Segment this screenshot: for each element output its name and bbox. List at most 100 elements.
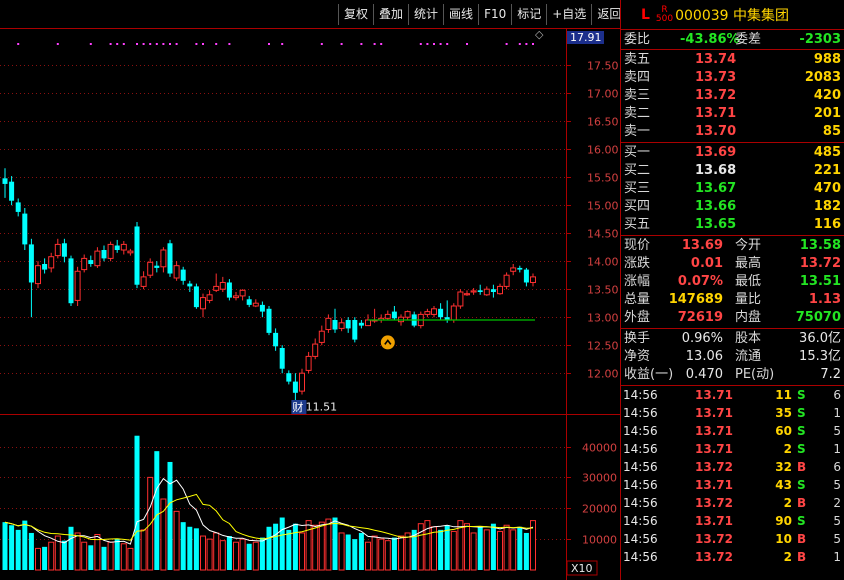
sell-price: 13.72 [695, 88, 737, 103]
volume-bar-down [154, 451, 160, 570]
volume-bar-up [120, 543, 127, 571]
volume-bar-down [187, 526, 193, 570]
event-dot [89, 43, 92, 45]
candle-body-down [28, 244, 34, 283]
stat-value: 13.58 [799, 238, 841, 253]
toolbar-button-5[interactable]: 标记 [511, 4, 546, 25]
volume-bar-down [61, 540, 67, 570]
sell-label: 卖二 [624, 106, 651, 121]
diamond-icon: ◇ [535, 28, 544, 41]
stat-value: 13.51 [799, 274, 841, 289]
tick-count: 1 [833, 550, 841, 564]
event-dot [175, 43, 178, 45]
volume-axis-label: 40000 [582, 442, 617, 455]
candle-body-up [325, 317, 332, 331]
kline-chart-area[interactable]: 17.50 17.00 16.50 16.00 15.50 15.00 14.50 14.00… [0, 0, 620, 580]
event-dot [268, 43, 270, 45]
volume-bar-down [134, 435, 140, 570]
tick-row: 14:56 13.72 2 B 2 [621, 494, 844, 512]
candle-body-up [305, 355, 312, 371]
buy-row[interactable]: 买二 13.68 221 [621, 162, 844, 180]
sell-row[interactable]: 卖四 13.73 2083 [621, 69, 844, 87]
candle-body-up [424, 311, 431, 315]
stock-code-name[interactable]: 000039 中集集团 [675, 5, 789, 25]
buy-label: 买五 [624, 217, 651, 232]
candle-body-up [338, 322, 345, 329]
tick-volume: 2 [783, 442, 792, 456]
volume-bar-up [35, 547, 41, 571]
stat-label: 最低 [735, 274, 762, 289]
weibi-value: -43.86% [680, 32, 740, 47]
event-dot [320, 43, 323, 45]
sell-volume: 201 [813, 106, 841, 121]
price-axis-label: 12.50 [587, 340, 619, 353]
kline-chart[interactable]: 17.50 17.00 16.50 16.00 15.50 15.00 14.50 14.00… [0, 0, 620, 580]
tick-price: 13.71 [695, 442, 733, 456]
sell-row[interactable]: 卖一 13.70 85 [621, 123, 844, 141]
price-axis-label: 12.00 [587, 368, 619, 381]
volume-bar-up [431, 526, 437, 571]
tick-volume: 11 [775, 388, 792, 402]
sell-row[interactable]: 卖二 13.71 201 [621, 105, 844, 123]
event-dot [56, 43, 59, 45]
tick-time: 14:56 [623, 514, 658, 528]
candle-body-down [273, 332, 279, 347]
sell-label: 卖三 [624, 88, 651, 103]
buy-row[interactable]: 买四 13.66 182 [621, 198, 844, 216]
tick-row: 14:56 13.71 60 S 5 [621, 422, 844, 440]
tick-side: B [797, 460, 807, 474]
sell-row[interactable]: 卖三 13.72 420 [621, 87, 844, 105]
candle-body-down [292, 381, 298, 393]
fundamental-label: 净资 [624, 349, 651, 364]
tick-side: S [797, 442, 806, 456]
weibi-row: 委比 -43.86% 委差 -2303 [621, 30, 844, 50]
buy-row[interactable]: 买一 13.69 485 [621, 144, 844, 162]
volume-bar-up [318, 521, 325, 571]
buy-row[interactable]: 买三 13.67 470 [621, 180, 844, 198]
sell-price: 13.70 [695, 124, 737, 139]
buy-label: 买三 [624, 181, 651, 196]
sell-row[interactable]: 卖五 13.74 988 [621, 51, 844, 69]
sell-label: 卖一 [624, 124, 651, 139]
fundamental-label: 换手 [624, 331, 651, 346]
volume-bar-up [299, 532, 305, 571]
tick-side: S [797, 424, 806, 438]
toolbar-button-4[interactable]: F10 [478, 4, 511, 25]
fundamental-value: 0.96% [681, 331, 723, 346]
volume-bar-up [252, 541, 259, 571]
candle-body-down [391, 311, 397, 319]
event-dot [202, 43, 204, 45]
event-dot [136, 43, 138, 45]
tick-count: 6 [833, 460, 841, 474]
event-dot [215, 43, 218, 45]
stat-value: 72619 [677, 310, 723, 325]
volume-bar-up [398, 535, 404, 571]
sell-book: 卖五 13.74 988 卖四 13.73 2083 卖三 13.72 420 卖二 13.71 20… [621, 50, 844, 143]
tick-time: 14:56 [623, 460, 658, 474]
tick-list[interactable]: 14:56 13.71 11 S 6 14:56 13.71 35 S 1 14:56 13.71 60… [621, 386, 844, 566]
candle-body-up [173, 265, 180, 279]
candle-body-up [206, 294, 213, 301]
l-marker: L [641, 6, 650, 23]
candle-body-down [523, 269, 529, 283]
toolbar-button-2[interactable]: 统计 [408, 4, 443, 25]
tick-row: 14:56 13.72 32 B 6 [621, 458, 844, 476]
tick-price: 13.71 [695, 424, 733, 438]
volume-bar-down [259, 537, 265, 570]
candle-body-up [74, 270, 81, 301]
toolbar-button-1[interactable]: 叠加 [373, 4, 408, 25]
sell-price: 13.74 [695, 52, 737, 67]
toolbar-button-3[interactable]: 画线 [443, 4, 478, 25]
volume-axis-label: 10000 [582, 534, 617, 547]
sell-label: 卖五 [624, 52, 651, 67]
buy-row[interactable]: 买五 13.65 116 [621, 216, 844, 234]
candle-body-up [470, 290, 477, 293]
tick-time: 14:56 [623, 424, 658, 438]
toolbar-button-6[interactable]: +自选 [546, 4, 591, 25]
toolbar-button-0[interactable]: 复权 [338, 4, 373, 25]
quote-panel: L R 500 000039 中集集团 委比 -43.86% 委差 -2303 卖… [620, 0, 844, 580]
r-marker-bottom: 500 [655, 13, 674, 24]
up-arrow-icon[interactable] [380, 335, 395, 350]
event-dot [162, 43, 165, 45]
candle-body-down [193, 286, 199, 308]
